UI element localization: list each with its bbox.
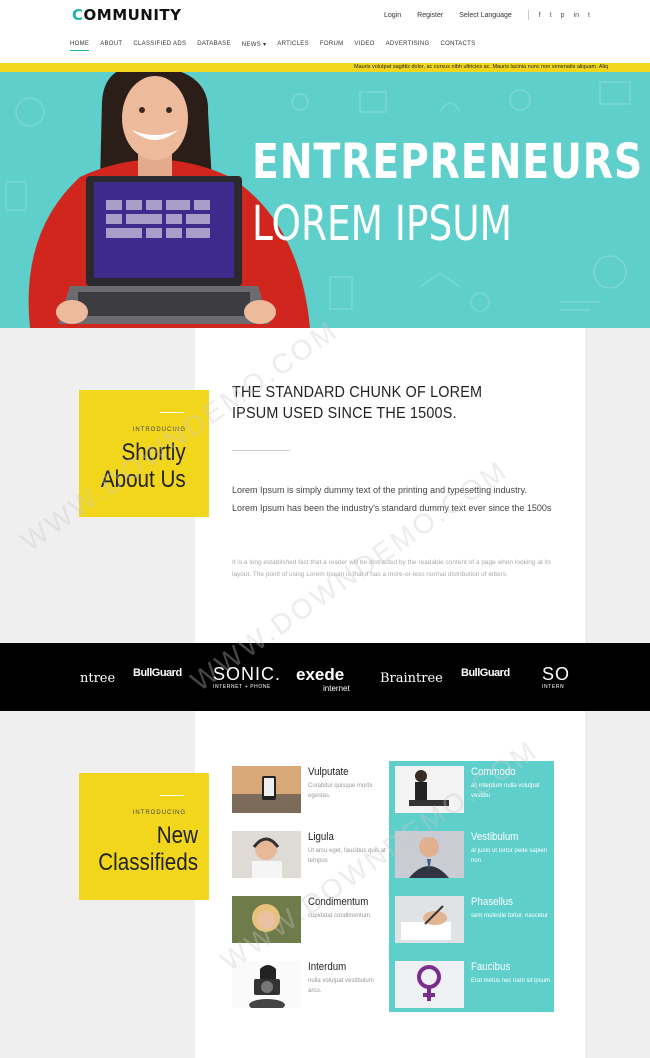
login-link[interactable]: Login bbox=[384, 12, 401, 19]
brand-exede[interactable]: exede bbox=[296, 665, 344, 685]
linkedin-icon[interactable]: in bbox=[574, 12, 579, 19]
logo-text: OMMUNITY bbox=[83, 6, 182, 24]
pinterest-icon[interactable]: p bbox=[561, 12, 565, 19]
classified-desc: at justo ut tortor pede sapien non bbox=[471, 848, 548, 864]
site-logo[interactable]: COMMUNITY bbox=[72, 6, 182, 24]
classified-title[interactable]: Commodo bbox=[471, 766, 516, 778]
classified-desc: sem molestie tortor. nascetur bbox=[471, 913, 549, 919]
brand-braintree[interactable]: Braintree bbox=[380, 671, 443, 686]
nav-forum[interactable]: FORUM bbox=[320, 41, 344, 51]
brand-sonic-partial-tagline: INTERN bbox=[542, 684, 565, 690]
about-subparagraph: It is a long established fact that a rea… bbox=[232, 559, 552, 578]
about-title: Shortly About Us bbox=[101, 439, 186, 493]
nav-database[interactable]: DATABASE bbox=[197, 41, 231, 51]
nav-advertising[interactable]: ADVERTISING bbox=[386, 41, 430, 51]
female-symbol-thumb bbox=[395, 961, 464, 1008]
logo-initial: C bbox=[72, 6, 84, 24]
about-paragraph: Lorem Ipsum is simply dummy text of the … bbox=[232, 485, 552, 513]
twitter-icon[interactable]: t bbox=[550, 12, 552, 19]
woman-headphones-thumb bbox=[232, 831, 301, 878]
ticker-text[interactable]: Mauris volutpat sagittis dolor, ac cursu… bbox=[354, 64, 608, 70]
nav-home[interactable]: HOME bbox=[70, 41, 90, 51]
classified-desc: Ut arcu eget, faucibus quis at tempus bbox=[308, 848, 386, 864]
about-intro-line bbox=[160, 412, 184, 413]
classified-title[interactable]: Interdum bbox=[308, 961, 346, 973]
writing-hand-thumb bbox=[395, 896, 464, 943]
classified-item[interactable]: Interdum nulla volutpat vestibulum arcu. bbox=[232, 961, 392, 1016]
about-title-line1: Shortly bbox=[121, 439, 186, 466]
businessman-thumb bbox=[395, 831, 464, 878]
tumblr-icon[interactable]: t bbox=[588, 12, 590, 19]
hero-banner: ENTREPRENEURS LOREM IPSUM bbox=[0, 72, 650, 328]
hero-title: ENTREPRENEURS bbox=[252, 134, 644, 190]
classified-desc: cupidatat condimentum. bbox=[308, 913, 372, 919]
phone-photo-thumb bbox=[232, 766, 301, 813]
classified-item[interactable]: Phasellus sem molestie tortor. nascetur bbox=[395, 896, 555, 951]
classified-item[interactable]: Faucibus Erat metus nec nam sit ipsum bbox=[395, 961, 555, 1016]
classified-desc: nulla volutpat vestibulum arcu. bbox=[308, 978, 374, 994]
brand-sonic[interactable]: SONIC. bbox=[213, 664, 281, 685]
hero-subtitle: LOREM IPSUM bbox=[252, 196, 512, 252]
facebook-icon[interactable]: f bbox=[539, 12, 541, 19]
classifieds-intro-label: INTRODUCING bbox=[132, 810, 186, 816]
classified-item[interactable]: Ligula Ut arcu eget, faucibus quis at te… bbox=[232, 831, 392, 886]
brand-sonic-partial[interactable]: SO bbox=[542, 664, 570, 685]
brand-bullguard[interactable]: BullGuard bbox=[133, 667, 182, 679]
about-divider bbox=[232, 450, 290, 451]
photographer-thumb bbox=[232, 961, 301, 1008]
classified-item[interactable]: Commodo ac interdum nulla volutpat vesti… bbox=[395, 766, 555, 821]
nav-video[interactable]: VIDEO bbox=[354, 41, 374, 51]
classified-title[interactable]: Condimentum bbox=[308, 896, 368, 908]
brand-exede-tagline: internet bbox=[323, 684, 350, 693]
classified-title[interactable]: Faucibus bbox=[471, 961, 510, 973]
about-intro-label: INTRODUCING bbox=[132, 427, 186, 433]
woman-laptop-thumb bbox=[395, 766, 464, 813]
classified-desc: Erat metus nec nam sit ipsum bbox=[471, 978, 551, 984]
classified-title[interactable]: Phasellus bbox=[471, 896, 513, 908]
brand-sonic-tagline: INTERNET + PHONE bbox=[213, 684, 271, 690]
register-link[interactable]: Register bbox=[417, 12, 443, 19]
classified-title[interactable]: Ligula bbox=[308, 831, 334, 843]
nav-news[interactable]: NEWS ▾ bbox=[242, 41, 266, 51]
social-links: f t p in t bbox=[539, 12, 599, 19]
classified-item[interactable]: Vulputate Curabitur quisque morbi egesta… bbox=[232, 766, 392, 821]
brand-bullguard-2[interactable]: BullGuard bbox=[461, 667, 510, 679]
brand-braintree-partial[interactable]: ntree bbox=[80, 671, 115, 686]
language-select[interactable]: Select Language bbox=[459, 12, 512, 19]
classifieds-title: New Classifieds bbox=[98, 822, 198, 876]
classified-desc: ac interdum nulla volutpat vestibu bbox=[471, 783, 540, 799]
classifieds-intro-line bbox=[160, 795, 184, 796]
nav-about[interactable]: ABOUT bbox=[100, 41, 122, 51]
nav-articles[interactable]: ARTICLES bbox=[277, 41, 309, 51]
main-nav: HOME ABOUT CLASSIFIED ADS DATABASE NEWS … bbox=[70, 41, 486, 51]
nav-classified-ads[interactable]: CLASSIFIED ADS bbox=[133, 41, 186, 51]
about-title-line2: About Us bbox=[101, 466, 186, 493]
classifieds-title-line2: Classifieds bbox=[98, 849, 198, 876]
classifieds-title-line1: New bbox=[156, 822, 198, 849]
site-header: COMMUNITY Login Register Select Language… bbox=[0, 0, 650, 63]
divider bbox=[527, 10, 529, 20]
nav-contacts[interactable]: CONTACTS bbox=[440, 41, 475, 51]
classified-title[interactable]: Vulputate bbox=[308, 766, 349, 778]
about-heading: THE STANDARD CHUNK OF LOREM IPSUM USED S… bbox=[232, 384, 483, 422]
blonde-girl-thumb bbox=[232, 896, 301, 943]
top-links: Login Register Select Language f t p in … bbox=[384, 10, 599, 20]
brand-logos-band: ntree BullGuard SONIC. INTERNET + PHONE … bbox=[0, 643, 650, 711]
classified-item[interactable]: Vestibulum at justo ut tortor pede sapie… bbox=[395, 831, 555, 886]
news-ticker: Mauris volutpat sagittis dolor, ac cursu… bbox=[0, 63, 650, 72]
classified-item[interactable]: Condimentum cupidatat condimentum. bbox=[232, 896, 392, 951]
classified-title[interactable]: Vestibulum bbox=[471, 831, 518, 843]
classified-desc: Curabitur quisque morbi egestas. bbox=[308, 783, 373, 799]
